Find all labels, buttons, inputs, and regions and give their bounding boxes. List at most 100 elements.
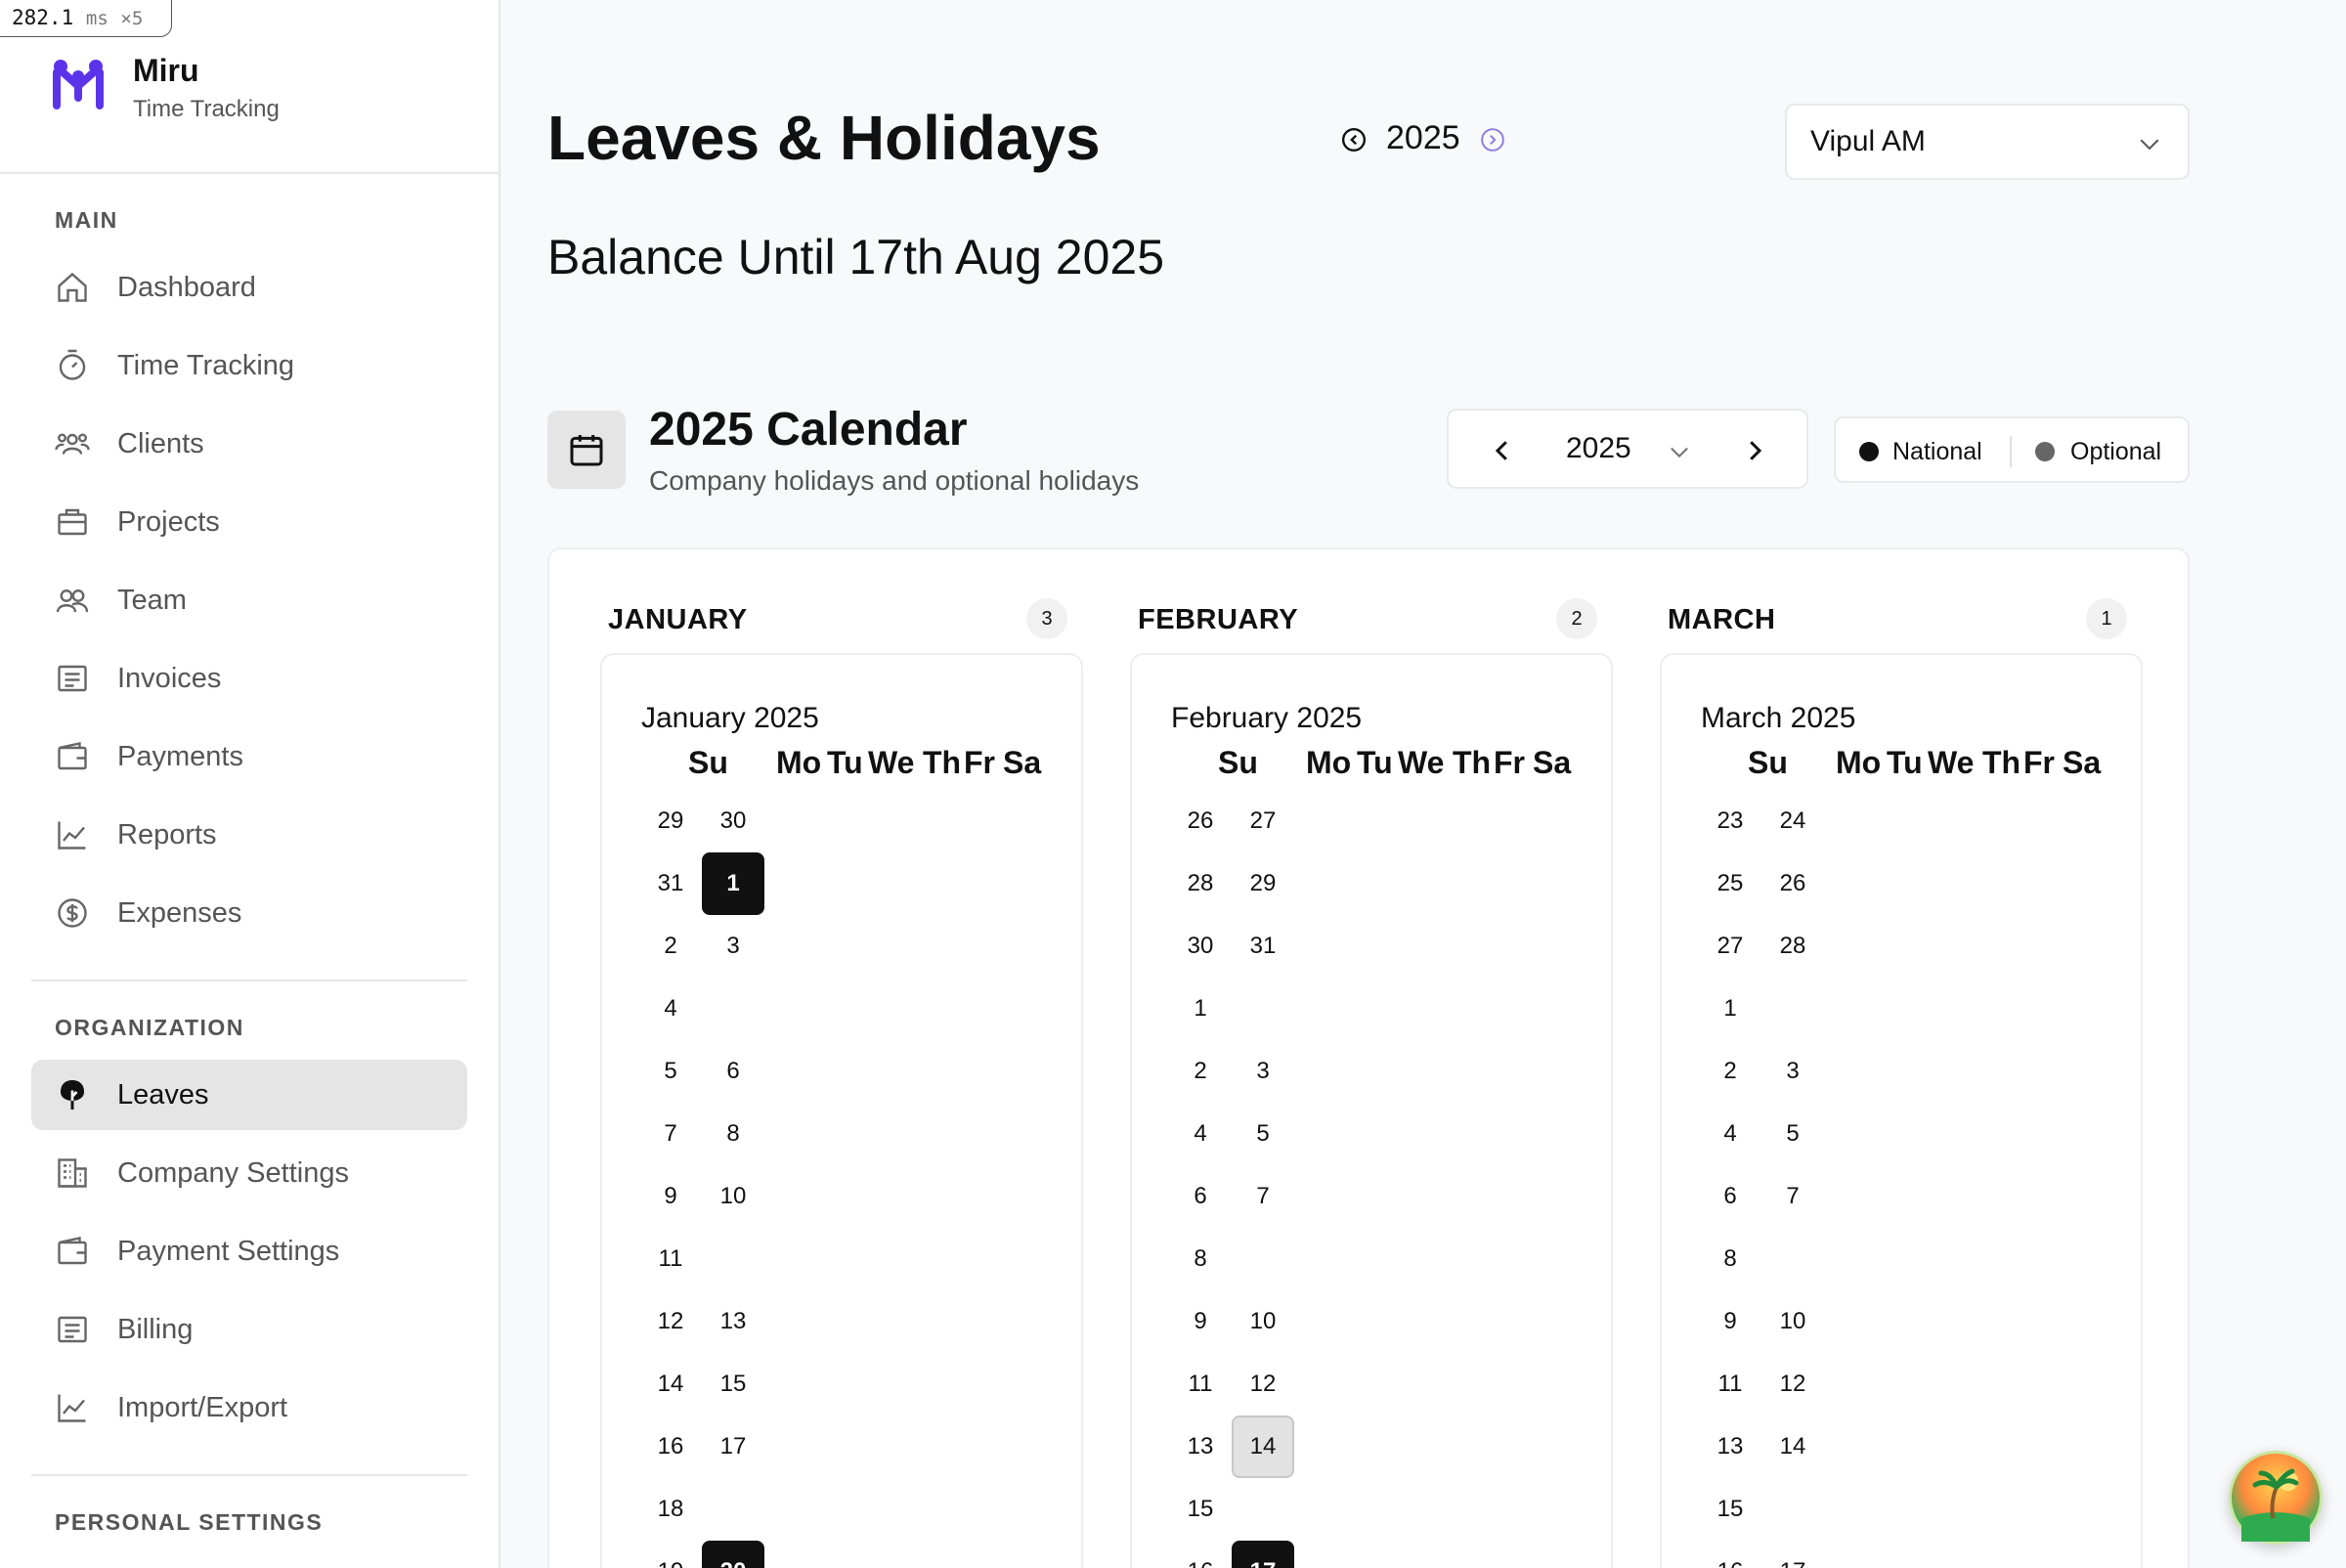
day-cell[interactable]: 4 [1169,1103,1232,1165]
day-cell[interactable]: 1 [1169,978,1232,1040]
day-cell[interactable]: 29 [639,790,702,852]
day-cell[interactable]: 14 [1232,1416,1294,1478]
day-cell[interactable]: 1 [1699,978,1761,1040]
day-cell[interactable]: 11 [1169,1353,1232,1416]
sidebar-item-team[interactable]: Team [31,565,467,635]
day-cell[interactable]: 2 [1169,1040,1232,1103]
day-cell[interactable]: 10 [702,1165,764,1228]
day-cell[interactable]: 2 [639,915,702,978]
day-cell[interactable]: 10 [1232,1290,1294,1353]
day-cell[interactable]: 3 [1232,1040,1294,1103]
sidebar-item-dashboard[interactable]: Dashboard [31,252,467,323]
sidebar-item-reports[interactable]: Reports [31,800,467,870]
day-cell[interactable]: 12 [639,1290,702,1353]
day-cell[interactable]: 8 [702,1103,764,1165]
day-cell[interactable]: 19 [639,1541,702,1568]
day-cell[interactable]: 31 [1232,915,1294,978]
day-cell[interactable]: 14 [1761,1416,1824,1478]
sidebar-item-label: Billing [117,1314,194,1345]
national-dot [1859,442,1879,461]
day-cell[interactable]: 15 [702,1353,764,1416]
day-cell[interactable]: 7 [1761,1165,1824,1228]
chevron-right-icon[interactable] [1740,436,1769,465]
day-cell[interactable]: 28 [1761,915,1824,978]
beach-avatar-button[interactable] [2229,1451,2323,1545]
weekday-header: We [1928,745,1975,780]
day-cell[interactable]: 6 [1169,1165,1232,1228]
day-cell[interactable]: 3 [702,915,764,978]
weekday-header: Tu [1357,745,1393,780]
user-select[interactable]: Vipul AM [1785,104,2190,180]
day-cell[interactable]: 31 [639,852,702,915]
day-cell[interactable]: 15 [1169,1478,1232,1541]
day-cell[interactable]: 8 [1169,1228,1232,1290]
chevron-down-icon[interactable] [1666,438,1693,465]
chevron-left-icon[interactable] [1488,436,1517,465]
day-cell[interactable]: 1 [702,852,764,915]
calendar-year-value[interactable]: 2025 [1566,432,1631,465]
day-cell[interactable]: 13 [702,1290,764,1353]
day-cell[interactable]: 24 [1761,790,1824,852]
day-cell[interactable]: 23 [1699,790,1761,852]
day-cell[interactable]: 9 [1699,1290,1761,1353]
sidebar-item-projects[interactable]: Projects [31,487,467,557]
divider [31,980,467,981]
brand[interactable]: Miru Time Tracking [51,53,461,123]
day-cell[interactable]: 5 [1232,1103,1294,1165]
day-cell[interactable]: 14 [639,1353,702,1416]
day-cell[interactable]: 9 [639,1165,702,1228]
day-cell[interactable]: 2 [1699,1040,1761,1103]
day-cell[interactable]: 9 [1169,1290,1232,1353]
day-cell[interactable]: 16 [639,1416,702,1478]
day-cell[interactable]: 25 [1699,852,1761,915]
sidebar-item-company-settings[interactable]: Company Settings [31,1138,467,1208]
day-cell[interactable]: 8 [1699,1228,1761,1290]
day-cell[interactable]: 11 [1699,1353,1761,1416]
day-cell[interactable]: 10 [1761,1290,1824,1353]
sidebar-item-expenses[interactable]: Expenses [31,878,467,948]
day-cell[interactable]: 17 [1761,1541,1824,1568]
sidebar-item-import-export[interactable]: Import/Export [31,1372,467,1443]
sidebar-item-payments[interactable]: Payments [31,721,467,792]
circle-chevron-right-icon[interactable] [1480,127,1505,152]
day-cell[interactable]: 16 [1169,1541,1232,1568]
day-cell[interactable]: 18 [639,1478,702,1541]
day-cell[interactable]: 27 [1699,915,1761,978]
day-cell[interactable]: 27 [1232,790,1294,852]
day-cell[interactable]: 6 [1699,1165,1761,1228]
day-cell[interactable]: 28 [1169,852,1232,915]
day-cell[interactable]: 4 [639,978,702,1040]
sidebar-item-billing[interactable]: Billing [31,1294,467,1365]
day-cell[interactable]: 30 [1169,915,1232,978]
day-cell[interactable]: 17 [1232,1541,1294,1568]
sidebar-item-label: Expenses [117,897,242,929]
day-cell[interactable]: 17 [702,1416,764,1478]
day-cell[interactable]: 7 [639,1103,702,1165]
day-cell[interactable]: 3 [1761,1040,1824,1103]
day-cell[interactable]: 16 [1699,1541,1761,1568]
day-cell[interactable]: 7 [1232,1165,1294,1228]
sidebar-item-time-tracking[interactable]: Time Tracking [31,330,467,401]
day-cell[interactable]: 6 [702,1040,764,1103]
day-cell[interactable]: 13 [1169,1416,1232,1478]
circle-chevron-left-icon[interactable] [1341,127,1367,152]
day-cell[interactable]: 15 [1699,1478,1761,1541]
day-cell[interactable]: 5 [639,1040,702,1103]
day-cell[interactable]: 30 [702,790,764,852]
day-cell[interactable]: 5 [1761,1103,1824,1165]
sidebar-item-payment-settings[interactable]: Payment Settings [31,1216,467,1286]
day-cell[interactable]: 29 [1232,852,1294,915]
sidebar-item-leaves[interactable]: Leaves [31,1060,467,1130]
day-cell[interactable]: 20 [702,1541,764,1568]
sidebar-item-clients[interactable]: Clients [31,409,467,479]
day-cell[interactable]: 12 [1232,1353,1294,1416]
day-cell[interactable]: 12 [1761,1353,1824,1416]
sidebar-item-invoices[interactable]: Invoices [31,643,467,714]
sidebar-item-label: Team [117,585,187,616]
day-cell[interactable]: 4 [1699,1103,1761,1165]
day-cell[interactable]: 26 [1761,852,1824,915]
day-cell[interactable]: 13 [1699,1416,1761,1478]
day-cell[interactable]: 11 [639,1228,702,1290]
month-calendar-card: February 2025 Su Mo Tu We Th Fr Sa 26 27 28 29 30 31 1… [1130,653,1613,1568]
day-cell[interactable]: 26 [1169,790,1232,852]
